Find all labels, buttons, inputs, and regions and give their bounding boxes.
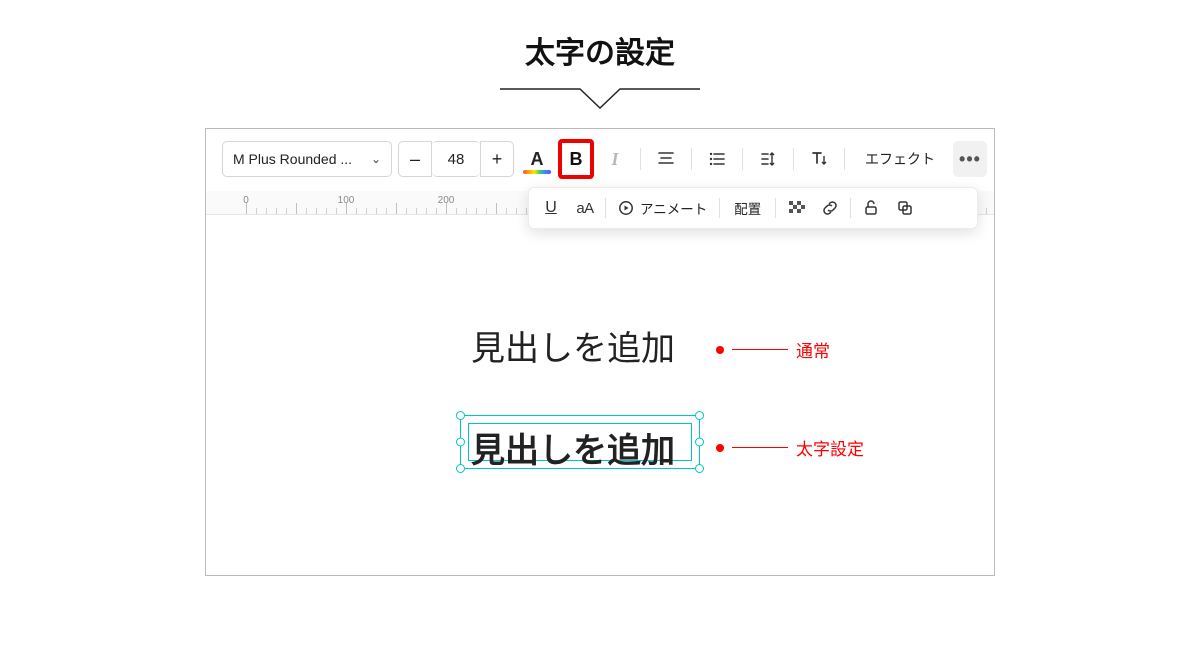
annotation-bold: 太字設定 [716,435,864,460]
text-color-button[interactable]: A [520,141,554,177]
selection-handle[interactable] [695,464,704,473]
list-icon [708,150,726,168]
ruler-label: 100 [338,195,355,206]
case-glyph: aA [576,200,593,217]
underline-button[interactable]: U [535,192,567,224]
lock-button[interactable] [855,192,887,224]
annotation-line [732,447,788,449]
toolbar-separator [844,148,845,170]
selection-handle[interactable] [695,438,704,447]
annotation-normal-label: 通常 [796,337,830,362]
popover-separator [719,198,720,218]
copy-button[interactable] [889,192,921,224]
font-family-select[interactable]: M Plus Rounded ... ⌄ [222,141,392,177]
animate-label-text: アニメート [640,198,707,218]
text-toolbar: M Plus Rounded ... ⌄ – 48 + A B I [222,141,987,177]
ruler-label: 0 [243,195,249,206]
font-family-label: M Plus Rounded ... [233,151,352,167]
expanded-options-popover: U aA アニメート 配置 [528,187,978,229]
bold-glyph: B [570,149,583,170]
selection-handle[interactable] [456,411,465,420]
increase-size-button[interactable]: + [480,141,514,177]
vertical-text-icon [810,150,828,168]
annotation-bold-label: 太字設定 [796,435,864,460]
toolbar-separator [742,148,743,170]
font-size-stepper: – 48 + [398,141,514,177]
font-size-value[interactable]: 48 [432,141,480,177]
transparency-button[interactable] [780,192,812,224]
normal-text-sample[interactable]: 見出しを追加 [471,321,675,370]
toolbar-separator [691,148,692,170]
letter-case-button[interactable]: aA [569,192,601,224]
animate-button[interactable]: アニメート [610,198,715,218]
italic-glyph: I [611,149,618,170]
ruler-label: 200 [438,195,455,206]
effect-button[interactable]: エフェクト [853,141,947,177]
popover-separator [850,198,851,218]
selection-handle[interactable] [456,438,465,447]
text-color-glyph: A [531,149,544,170]
popover-separator [605,198,606,218]
bold-text-sample[interactable]: 見出しを追加 [467,423,679,472]
pointer-separator [0,86,1200,112]
popover-separator [775,198,776,218]
chevron-down-icon: ⌄ [371,152,381,166]
selection-handle[interactable] [695,411,704,420]
effect-label: エフェクト [865,149,935,169]
rainbow-underline-icon [523,170,551,174]
lock-open-icon [862,199,880,217]
copy-icon [896,199,914,217]
selection-handle[interactable] [456,464,465,473]
italic-button[interactable]: I [598,141,632,177]
more-dots-icon: ••• [959,149,981,170]
annotation-line [732,349,788,351]
annotation-dot-icon [716,444,724,452]
transparency-icon [787,199,805,217]
more-button[interactable]: ••• [953,141,987,177]
annotation-normal: 通常 [716,337,830,362]
align-button[interactable] [649,141,683,177]
toolbar-separator [640,148,641,170]
editor-frame: M Plus Rounded ... ⌄ – 48 + A B I [205,128,995,576]
toolbar-separator [793,148,794,170]
align-center-icon [657,150,675,168]
placement-button[interactable]: 配置 [724,198,771,218]
bold-button[interactable]: B [558,139,594,179]
underline-glyph: U [545,199,557,217]
link-button[interactable] [814,192,846,224]
animate-icon [618,200,634,216]
diagram-title: 太字の設定 [0,28,1200,72]
link-icon [821,199,839,217]
line-spacing-icon [759,150,777,168]
placement-label-text: 配置 [734,202,761,217]
decrease-size-button[interactable]: – [398,141,432,177]
vertical-text-button[interactable] [802,141,836,177]
list-button[interactable] [700,141,734,177]
annotation-dot-icon [716,346,724,354]
spacing-button[interactable] [751,141,785,177]
